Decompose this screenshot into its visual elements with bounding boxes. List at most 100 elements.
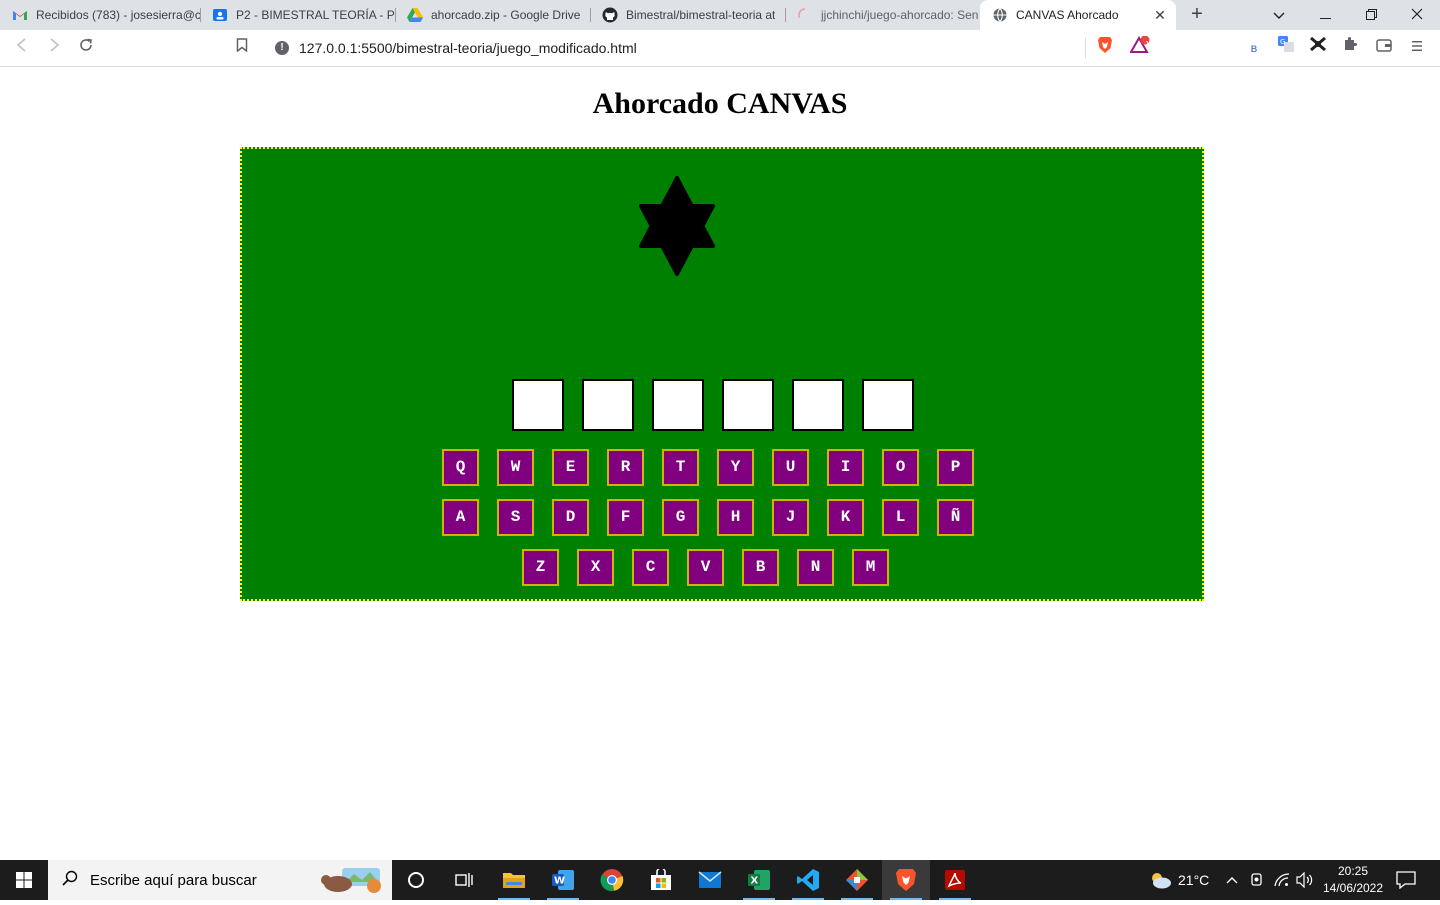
key-enye[interactable]: Ñ bbox=[937, 499, 974, 536]
bookmark-icon[interactable] bbox=[230, 36, 254, 60]
brave-rewards-icon[interactable]: 1 bbox=[1128, 35, 1152, 60]
letter-slot bbox=[722, 379, 774, 431]
tab-title: Bimestral/bimestral-teoria at bbox=[626, 8, 776, 22]
key-w[interactable]: W bbox=[497, 449, 534, 486]
windows-taskbar: Escribe aquí para buscar W X 21°C 20:25 … bbox=[0, 860, 1440, 900]
reload-button[interactable] bbox=[74, 36, 98, 60]
key-i[interactable]: I bbox=[827, 449, 864, 486]
extensions-icon[interactable] bbox=[1338, 36, 1362, 60]
menu-icon[interactable] bbox=[1405, 36, 1429, 60]
browser-toolbar: ! 127.0.0.1:5500/bimestral-teoria/juego_… bbox=[0, 30, 1440, 67]
key-e[interactable]: E bbox=[552, 449, 589, 486]
tab-classroom[interactable]: P2 - BIMESTRAL TEORÍA - PRÁ bbox=[200, 0, 395, 30]
browser-tabstrip: Recibidos (783) - josesierra@c P2 - BIME… bbox=[0, 0, 1440, 30]
close-window-button[interactable] bbox=[1394, 0, 1440, 30]
key-r[interactable]: R bbox=[607, 449, 644, 486]
wifi-icon[interactable] bbox=[1274, 860, 1290, 900]
tab-search-chevron-icon[interactable] bbox=[1256, 0, 1302, 30]
key-g[interactable]: G bbox=[662, 499, 699, 536]
globe-icon bbox=[992, 7, 1008, 23]
translate-extension-icon[interactable]: G bbox=[1274, 36, 1298, 60]
wallet-icon[interactable] bbox=[1372, 36, 1396, 60]
acrobat-icon[interactable] bbox=[931, 860, 979, 900]
task-view-icon[interactable] bbox=[440, 860, 488, 900]
key-p[interactable]: P bbox=[937, 449, 974, 486]
classroom-icon bbox=[212, 7, 228, 23]
key-k[interactable]: K bbox=[827, 499, 864, 536]
tab-github-juego[interactable]: jjchinchi/juego-ahorcado: Sen bbox=[785, 0, 980, 30]
hexagram-icon bbox=[639, 176, 715, 276]
excel-icon[interactable]: X bbox=[735, 860, 783, 900]
key-f[interactable]: F bbox=[607, 499, 644, 536]
brave-browser-icon[interactable] bbox=[882, 860, 930, 900]
tab-title: Recibidos (783) - josesierra@c bbox=[36, 8, 200, 22]
search-placeholder: Escribe aquí para buscar bbox=[90, 871, 257, 889]
tab-github[interactable]: Bimestral/bimestral-teoria at bbox=[590, 0, 785, 30]
forward-button[interactable] bbox=[42, 36, 66, 60]
tab-gmail[interactable]: Recibidos (783) - josesierra@c bbox=[0, 0, 200, 30]
mail-icon[interactable] bbox=[686, 860, 734, 900]
back-button[interactable] bbox=[10, 36, 34, 60]
letter-slot bbox=[582, 379, 634, 431]
git-gui-icon[interactable] bbox=[833, 860, 881, 900]
key-a[interactable]: A bbox=[442, 499, 479, 536]
show-hidden-icons-chevron-icon[interactable] bbox=[1226, 860, 1238, 900]
chrome-icon[interactable] bbox=[588, 860, 636, 900]
restore-button[interactable] bbox=[1348, 0, 1394, 30]
key-j[interactable]: J bbox=[772, 499, 809, 536]
key-b[interactable]: B bbox=[742, 549, 779, 586]
vscode-icon[interactable] bbox=[784, 860, 832, 900]
tab-drive[interactable]: ahorcado.zip - Google Drive bbox=[395, 0, 590, 30]
rewards-badge: 1 bbox=[1145, 40, 1150, 49]
key-h[interactable]: H bbox=[717, 499, 754, 536]
partly-cloudy-icon bbox=[1152, 873, 1171, 889]
key-y[interactable]: Y bbox=[717, 449, 754, 486]
letter-slot bbox=[792, 379, 844, 431]
search-highlight-illustration-icon bbox=[321, 868, 381, 893]
weather-widget[interactable]: 21°C bbox=[1148, 860, 1209, 900]
cortana-icon[interactable] bbox=[392, 860, 440, 900]
start-button[interactable] bbox=[0, 860, 48, 900]
tab-title: jjchinchi/juego-ahorcado: Sen bbox=[821, 8, 979, 22]
key-c[interactable]: C bbox=[632, 549, 669, 586]
gmail-icon bbox=[12, 7, 28, 23]
svg-text:W: W bbox=[554, 876, 565, 887]
key-x[interactable]: X bbox=[577, 549, 614, 586]
key-u[interactable]: U bbox=[772, 449, 809, 486]
url-text: 127.0.0.1:5500/bimestral-teoria/juego_mo… bbox=[299, 40, 637, 56]
tab-title: P2 - BIMESTRAL TEORÍA - PRÁ bbox=[236, 8, 395, 22]
address-bar[interactable]: ! 127.0.0.1:5500/bimestral-teoria/juego_… bbox=[264, 34, 1158, 62]
letter-slot bbox=[652, 379, 704, 431]
key-s[interactable]: S bbox=[497, 499, 534, 536]
volume-icon[interactable] bbox=[1296, 860, 1314, 900]
microsoft-store-icon[interactable] bbox=[637, 860, 685, 900]
taskbar-search-box[interactable]: Escribe aquí para buscar bbox=[48, 860, 392, 900]
notifications-icon[interactable] bbox=[1396, 860, 1416, 900]
file-explorer-icon[interactable] bbox=[490, 860, 538, 900]
puzzle-extension-dark-icon[interactable] bbox=[1306, 36, 1330, 60]
key-o[interactable]: O bbox=[882, 449, 919, 486]
bing-extension-icon[interactable]: B bbox=[1242, 36, 1266, 60]
key-t[interactable]: T bbox=[662, 449, 699, 486]
weather-temperature: 21°C bbox=[1178, 872, 1210, 888]
key-d[interactable]: D bbox=[552, 499, 589, 536]
key-v[interactable]: V bbox=[687, 549, 724, 586]
system-clock[interactable]: 20:25 14/06/2022 bbox=[1318, 863, 1388, 897]
page-title: Ahorcado CANVAS bbox=[592, 87, 848, 120]
minimize-button[interactable] bbox=[1302, 0, 1348, 30]
tab-canvas-ahorcado[interactable]: CANVAS Ahorcado ✕ bbox=[980, 0, 1176, 30]
key-m[interactable]: M bbox=[852, 549, 889, 586]
site-info-icon[interactable]: ! bbox=[275, 41, 289, 55]
brave-shields-icon[interactable] bbox=[1093, 36, 1117, 60]
close-tab-icon[interactable]: ✕ bbox=[1152, 7, 1168, 23]
key-n[interactable]: N bbox=[797, 549, 834, 586]
word-icon[interactable]: W bbox=[539, 860, 587, 900]
game-canvas: Q W E R T Y U I O P A S D F G H J K L Ñ … bbox=[240, 147, 1204, 601]
key-l[interactable]: L bbox=[882, 499, 919, 536]
key-z[interactable]: Z bbox=[522, 549, 559, 586]
letter-slot bbox=[862, 379, 914, 431]
omnibox-divider bbox=[1085, 38, 1086, 58]
new-tab-button[interactable]: + bbox=[1186, 4, 1208, 26]
battery-meeting-icon[interactable] bbox=[1250, 860, 1264, 900]
key-q[interactable]: Q bbox=[442, 449, 479, 486]
